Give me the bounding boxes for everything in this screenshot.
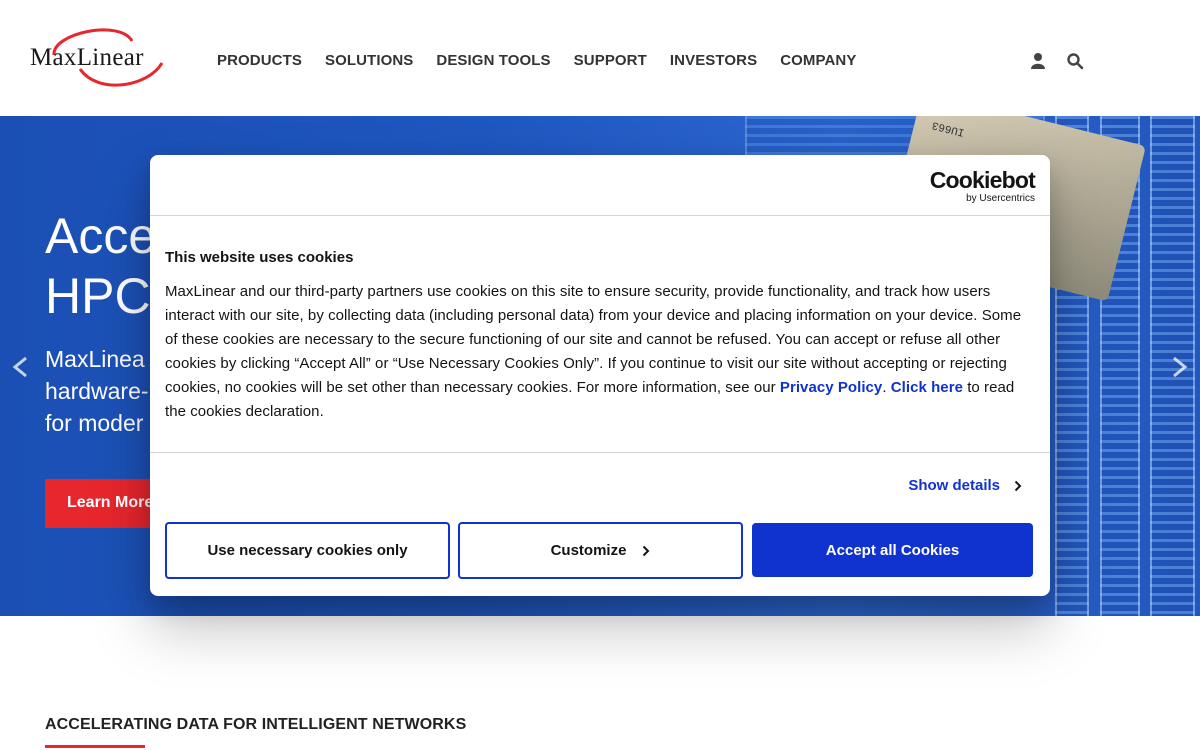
nav-products[interactable]: PRODUCTS	[217, 52, 302, 69]
chevron-right-icon	[1014, 480, 1022, 491]
dialog-heading: This website uses cookies	[165, 249, 354, 266]
show-details-label: Show details	[908, 477, 1000, 494]
cookie-consent-dialog: Cookiebot by Usercentrics This website u…	[150, 155, 1050, 596]
maxlinear-logo[interactable]: MaxLinear	[28, 25, 183, 93]
nav-design-tools[interactable]: DESIGN TOOLS	[436, 52, 550, 69]
section-title: ACCELERATING DATA FOR INTELLIGENT NETWOR…	[45, 716, 467, 733]
dialog-text-sep: .	[882, 379, 891, 396]
carousel-prev-icon[interactable]	[12, 356, 28, 378]
accept-all-label: Accept all Cookies	[825, 541, 960, 559]
section-underline	[45, 745, 145, 748]
use-necessary-label: Use necessary cookies only	[207, 542, 408, 559]
cookiebot-logo: Cookiebot by Usercentrics	[929, 167, 1036, 204]
show-details-toggle[interactable]: Show details	[908, 477, 1022, 494]
use-necessary-cookies-button[interactable]: Use necessary cookies only	[165, 522, 450, 579]
hero-subtitle: MaxLinea hardware- for moder	[45, 346, 149, 436]
hero-title: Acce HPC	[45, 208, 157, 324]
cookiebot-brand: Cookiebot	[929, 167, 1036, 193]
nav-company[interactable]: COMPANY	[780, 52, 856, 69]
dialog-body: This website uses cookies MaxLinear and …	[165, 249, 1035, 424]
chevron-right-icon	[643, 545, 650, 556]
logo-text: MaxLinear	[30, 44, 144, 71]
privacy-policy-link[interactable]: Privacy Policy	[780, 379, 882, 396]
dialog-header: Cookiebot by Usercentrics	[150, 155, 1050, 216]
site-header: MaxLinear PRODUCTS SOLUTIONS DESIGN TOOL…	[0, 0, 1200, 116]
dialog-text: MaxLinear and our third-party partners u…	[165, 280, 1035, 424]
customize-button[interactable]: Customize	[458, 522, 743, 579]
nav-support[interactable]: SUPPORT	[574, 52, 647, 69]
click-here-link[interactable]: Click here	[891, 379, 963, 396]
dialog-divider	[150, 452, 1050, 453]
user-icon[interactable]	[1029, 52, 1047, 70]
nav-solutions[interactable]: SOLUTIONS	[325, 52, 413, 69]
nav-investors[interactable]: INVESTORS	[670, 52, 757, 69]
carousel-next-icon[interactable]	[1172, 356, 1188, 378]
customize-label: Customize	[550, 542, 627, 559]
cookiebot-byline: by Usercentrics	[966, 193, 1035, 204]
main-nav: PRODUCTS SOLUTIONS DESIGN TOOLS SUPPORT …	[217, 52, 879, 69]
accept-all-cookies-button[interactable]: Accept all Cookies	[752, 523, 1033, 577]
search-icon[interactable]	[1066, 52, 1084, 70]
